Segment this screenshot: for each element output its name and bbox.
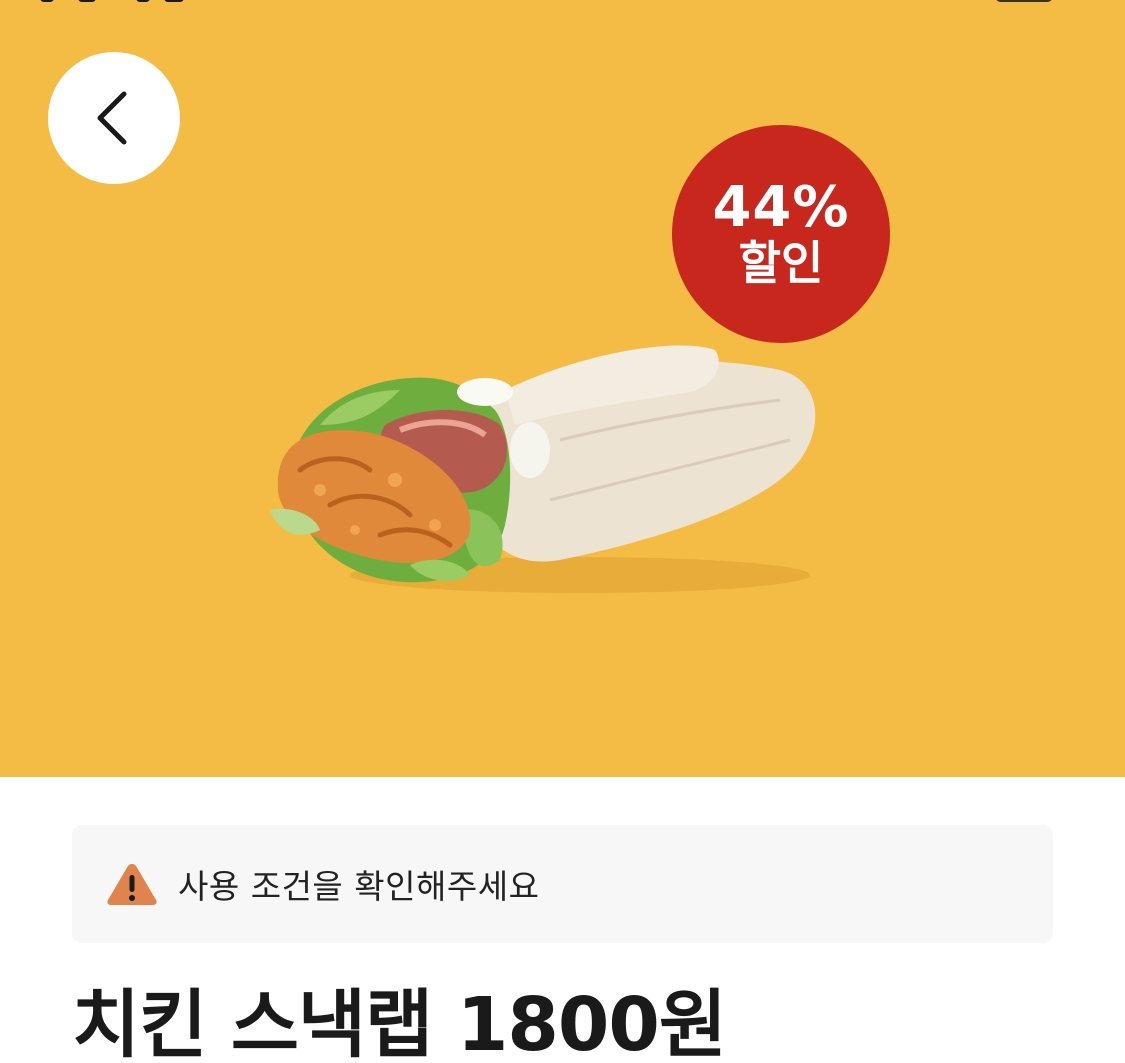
notice-text: 사용 조건을 확인해주세요 [178,867,540,906]
warning-icon [107,864,157,905]
discount-badge: 44% 할인 [672,125,890,343]
status-bar-left [40,0,200,4]
wrap-food-image [270,345,816,593]
chevron-left-icon [97,91,127,145]
coupon-detail-page: 44% 할인 사용 조건을 확인해주세요 치킨 스낵랩 1800원 [0,0,1125,1063]
discount-percent: 44% [712,175,850,240]
hero-banner: 44% 할인 [0,0,1125,777]
product-title: 치킨 스낵랩 1800원 [72,982,727,1063]
usage-condition-notice[interactable]: 사용 조건을 확인해주세요 [72,825,1053,943]
status-bar-battery [995,0,1053,2]
discount-label: 할인 [738,236,824,290]
back-button[interactable] [48,52,180,184]
